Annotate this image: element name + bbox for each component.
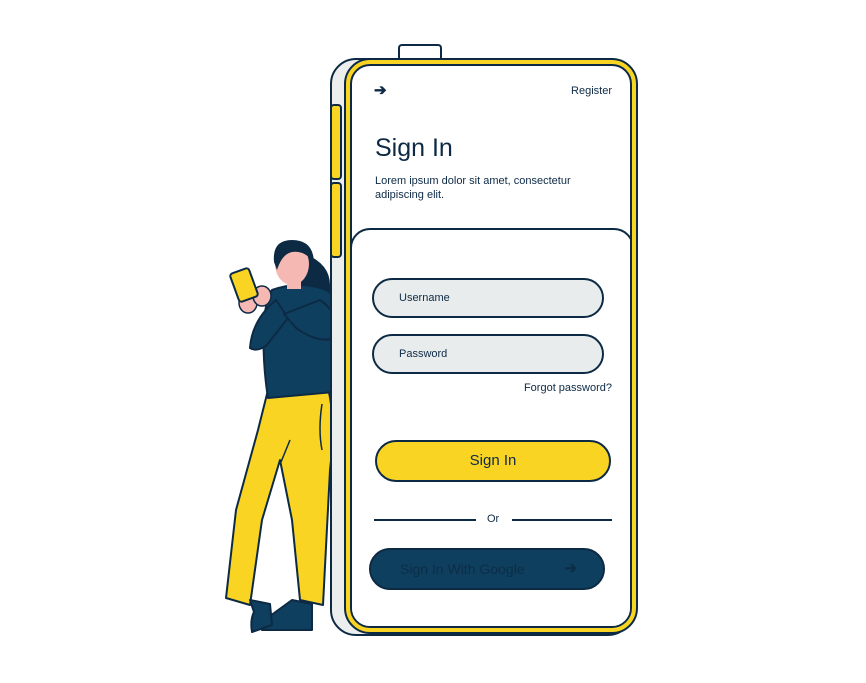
phone-side-button [330, 182, 342, 258]
register-link[interactable]: Register [571, 85, 612, 97]
forgot-password-link[interactable]: Forgot password? [524, 382, 612, 394]
or-separator-label: Or [487, 513, 500, 525]
login-screen: ➔ Register Sign In Lorem ipsum dolor sit… [350, 64, 632, 628]
sign-in-with-google-button[interactable]: Sign In With Google ➔ [369, 548, 605, 590]
google-button-label: Sign In With Google [400, 561, 525, 577]
password-input[interactable] [372, 334, 604, 374]
divider-left [374, 519, 476, 521]
arrow-right-icon: ➔ [564, 560, 577, 577]
page-title: Sign In [375, 134, 453, 162]
username-input[interactable] [372, 278, 604, 318]
login-form-card: Forgot password? Sign In Or Sign In With… [352, 228, 630, 626]
phone-side-button [330, 104, 342, 180]
page-subtitle: Lorem ipsum dolor sit amet, consectetur … [375, 175, 571, 201]
arrow-right-icon[interactable]: ➔ [374, 81, 387, 99]
sign-in-button[interactable]: Sign In [375, 440, 611, 482]
divider-right [512, 519, 612, 521]
